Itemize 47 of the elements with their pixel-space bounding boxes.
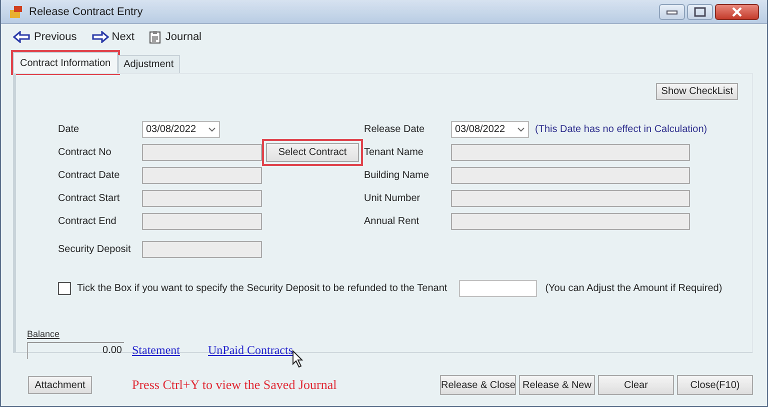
- field-label: Contract Start: [58, 192, 121, 204]
- maximize-icon: [694, 6, 706, 16]
- minimize-button[interactable]: [659, 4, 685, 20]
- field-label: Contract Date: [58, 170, 121, 180]
- close-icon: [731, 6, 743, 16]
- balance-field: 0.00: [27, 342, 124, 359]
- amount-note: (You can Adjust the Amount if Required): [545, 283, 722, 294]
- link[interactable]: Statement: [132, 343, 180, 358]
- balance-label: Balance: [27, 329, 61, 339]
- amount-field[interactable]: [459, 280, 538, 297]
- checkbox-label: Tick the Box if you want to specify the Security Deposit to be refunded to the Tenant: [77, 283, 448, 294]
- field-label: Security Deposit: [58, 244, 132, 254]
- attachment-button[interactable]: Attachment: [28, 376, 92, 394]
- action-button[interactable]: Release & New: [519, 375, 595, 395]
- date-note: (This Date has no effect in Calculation): [535, 124, 708, 134]
- tab[interactable]: Contract Information: [13, 52, 118, 73]
- action-button[interactable]: Release & Close: [440, 375, 516, 395]
- app-icon: [9, 4, 23, 18]
- journal-button[interactable]: Journal: [148, 30, 202, 44]
- action-button[interactable]: Close(F10): [677, 375, 753, 395]
- field-label: Annual Rent: [364, 216, 420, 226]
- close-button[interactable]: [715, 4, 759, 20]
- field-label: Building Name: [364, 170, 430, 180]
- next-button[interactable]: Next: [90, 31, 134, 43]
- field-label: Date: [58, 124, 80, 134]
- field-label: Release Date: [364, 124, 426, 134]
- field-label: Tenant Name: [364, 146, 424, 158]
- field-label: Unit Number: [364, 192, 422, 204]
- clipboard-icon: [148, 30, 162, 44]
- tab[interactable]: Adjustment: [118, 55, 180, 73]
- field-label: Contract End: [58, 216, 118, 226]
- window-title: Release Contract Entry: [29, 6, 143, 18]
- right-arrow-icon: [90, 31, 109, 43]
- show-checklist-button[interactable]: Show CheckList: [656, 83, 738, 100]
- date-picker[interactable]: 03/08/2022: [451, 120, 529, 138]
- checkbox[interactable]: [58, 282, 71, 295]
- pointer-icon: [292, 350, 304, 368]
- link[interactable]: UnPaid Contracts: [208, 343, 293, 358]
- date-picker[interactable]: 03/08/2022: [142, 120, 220, 138]
- previous-button[interactable]: Previous: [13, 31, 77, 43]
- field-label: Contract No: [58, 146, 112, 158]
- action-button[interactable]: Clear: [598, 375, 674, 395]
- select-contract-button[interactable]: Select Contract: [262, 138, 363, 166]
- hint-text: Press Ctrl+Y to view the Saved Journal: [132, 377, 337, 393]
- minimize-icon: [666, 8, 678, 14]
- maximize-button[interactable]: [687, 4, 713, 20]
- left-arrow-icon: [13, 31, 31, 43]
